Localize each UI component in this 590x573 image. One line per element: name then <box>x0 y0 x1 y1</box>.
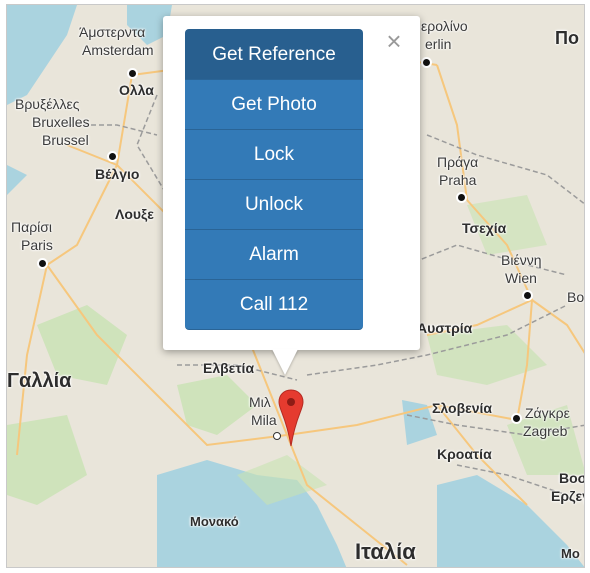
label-brussels-fr: Bruxelles <box>32 114 90 130</box>
label-poland: Πο <box>555 28 579 48</box>
label-berlin-greek: ερολίνο <box>421 18 468 34</box>
label-bo: Bo <box>567 289 585 305</box>
label-zagreb: Zagreb <box>523 423 568 439</box>
label-bosnia: Βοσ <box>559 470 585 486</box>
label-czechia: Τσεχία <box>462 220 507 236</box>
map-pin-icon[interactable] <box>278 388 304 448</box>
city-dot-vienna <box>522 290 533 301</box>
label-paris: Paris <box>21 237 53 253</box>
label-luxembourg: Λουξε <box>115 206 154 222</box>
label-croatia: Κροατία <box>437 446 492 462</box>
label-prague-greek: Πράγα <box>437 154 479 170</box>
label-amsterdam: Amsterdam <box>82 42 154 58</box>
city-dot-brussels <box>107 151 118 162</box>
city-dot-berlin <box>421 57 432 68</box>
close-icon[interactable]: × <box>383 28 405 54</box>
get-photo-button[interactable]: Get Photo <box>185 80 363 130</box>
label-belgium: Βέλγιο <box>95 166 140 182</box>
city-dot-amsterdam <box>127 68 138 79</box>
action-button-group: Get Reference Get Photo Lock Unlock Alar… <box>185 29 363 330</box>
label-slovenia: Σλοβενία <box>432 400 493 416</box>
label-berlin: erlin <box>425 36 452 52</box>
label-monaco: Μονακό <box>190 514 239 529</box>
label-mo: Μο <box>561 546 580 561</box>
label-zagreb-greek: Ζάγκρε <box>525 405 570 421</box>
city-dot-paris <box>37 258 48 269</box>
label-brussels-greek: Βρυξέλλες <box>15 96 80 112</box>
label-wien: Wien <box>505 270 537 286</box>
label-brussels-nl: Brussel <box>42 132 89 148</box>
label-amsterdam-greek: Άμστερντα <box>79 24 146 40</box>
lock-button[interactable]: Lock <box>185 130 363 180</box>
get-reference-button[interactable]: Get Reference <box>185 29 363 80</box>
call-112-button[interactable]: Call 112 <box>185 280 363 330</box>
label-italy: Ιταλία <box>355 539 416 564</box>
city-dot-zagreb <box>511 413 522 424</box>
label-praha: Praha <box>439 172 477 188</box>
label-milano: Mila <box>251 412 277 428</box>
alarm-button[interactable]: Alarm <box>185 230 363 280</box>
unlock-button[interactable]: Unlock <box>185 180 363 230</box>
label-paris-greek: Παρίσι <box>11 219 53 235</box>
label-switzerland: Ελβετία <box>203 360 255 376</box>
label-vienna-greek: Βιέννη <box>501 252 542 268</box>
label-france: Γαλλία <box>7 370 72 392</box>
label-austria: Αυστρία <box>417 320 473 336</box>
city-dot-prague <box>456 192 467 203</box>
label-herzegovina: Ερζεγο <box>551 488 584 504</box>
popup-pointer <box>272 349 298 375</box>
label-milan-greek: Μιλ <box>249 394 271 410</box>
label-netherlands: Ολλα <box>119 82 154 98</box>
